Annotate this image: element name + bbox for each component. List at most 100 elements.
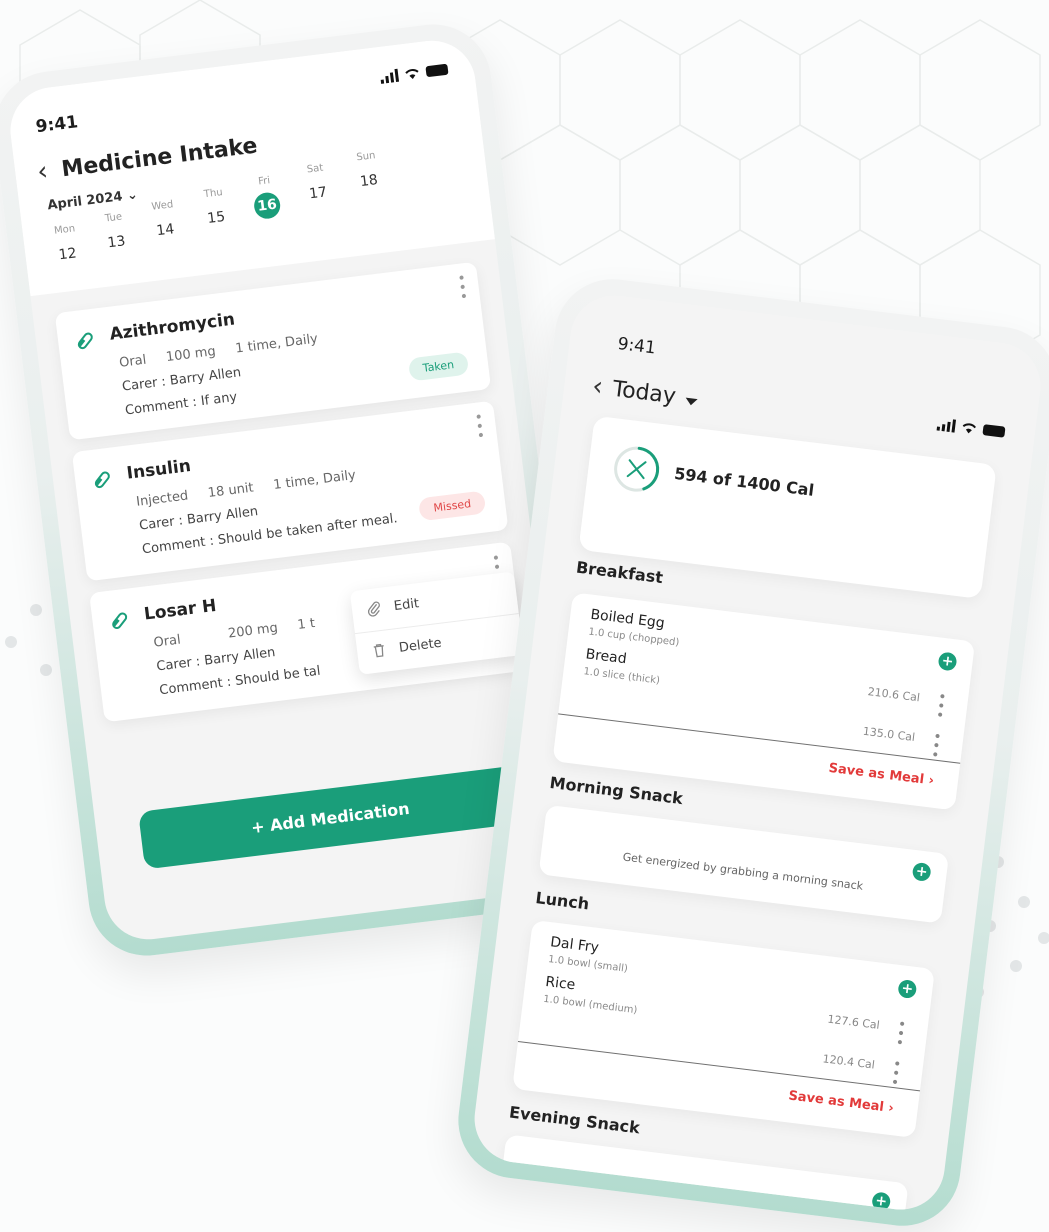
status-badge: Taken bbox=[407, 351, 470, 382]
day-thu[interactable]: Thu 15 bbox=[193, 186, 238, 234]
status-badge: Missed bbox=[418, 490, 487, 522]
comment-text: Comment : If any bbox=[124, 389, 238, 419]
day-date: 15 bbox=[206, 208, 227, 227]
paperclip-icon bbox=[367, 601, 380, 617]
more-options-icon[interactable]: ••• bbox=[452, 273, 471, 303]
trash-icon bbox=[373, 643, 384, 658]
fork-knife-icon bbox=[626, 459, 647, 480]
route: Oral bbox=[152, 632, 182, 651]
frequency: 1 t bbox=[296, 616, 316, 634]
dose: 200 mg bbox=[227, 620, 279, 642]
signal-icon bbox=[380, 68, 400, 84]
more-options-icon[interactable]: ••• bbox=[926, 731, 945, 761]
empty-message: Get energized by grabbing a morning snac… bbox=[621, 850, 864, 893]
save-as-meal-button[interactable]: Save as Meal › bbox=[828, 761, 935, 789]
menu-divider bbox=[354, 613, 519, 635]
battery-icon bbox=[425, 63, 449, 78]
frequency: 1 time, Daily bbox=[272, 467, 357, 493]
day-sat[interactable]: Sat 17 bbox=[295, 161, 340, 209]
save-as-meal-button[interactable]: Save as Meal › bbox=[788, 1088, 895, 1116]
more-options-icon[interactable]: ••• bbox=[890, 1019, 909, 1049]
day-date: 18 bbox=[359, 172, 379, 191]
more-options-icon[interactable]: ••• bbox=[930, 691, 949, 721]
carer-text: Carer : Barry Allen bbox=[121, 365, 242, 395]
carer-text: Carer : Barry Allen bbox=[155, 645, 277, 675]
breakfast-card: Boiled Egg 1.0 cup (chopped) + Bread 1.0… bbox=[552, 592, 976, 811]
food-quantity: 1.0 bowl (medium) bbox=[542, 993, 638, 1017]
chevron-down-icon: ⌄ bbox=[126, 187, 139, 204]
more-options-icon[interactable]: ••• bbox=[469, 412, 488, 442]
morning-snack-card: + Get energized by grabbing a morning sn… bbox=[538, 804, 950, 924]
food-name: Bread bbox=[584, 646, 628, 668]
add-medication-button[interactable]: + Add Medication bbox=[138, 765, 523, 870]
signal-icon bbox=[936, 418, 957, 433]
more-options-icon[interactable]: ••• bbox=[885, 1058, 904, 1088]
calorie-progress-ring bbox=[614, 446, 660, 492]
pill-icon bbox=[77, 332, 93, 350]
calorie-text: 594 of 1400 Cal bbox=[673, 463, 816, 500]
day-wed[interactable]: Wed 14 bbox=[142, 198, 187, 246]
route: Oral bbox=[118, 352, 148, 371]
day-name: Mon bbox=[53, 223, 76, 237]
medication-name: Azithromycin bbox=[108, 309, 237, 345]
chevron-right-icon: › bbox=[887, 1100, 895, 1117]
chevron-right-icon: › bbox=[927, 773, 935, 789]
food-calories: 120.4 Cal bbox=[821, 1052, 876, 1072]
day-name: Wed bbox=[150, 199, 174, 213]
add-food-icon[interactable]: + bbox=[937, 651, 958, 672]
medication-meta: Oral 200 mg 1 t bbox=[153, 616, 316, 651]
breakfast-title: Breakfast bbox=[575, 557, 665, 588]
pill-icon bbox=[94, 471, 110, 489]
frequency: 1 time, Daily bbox=[234, 331, 319, 357]
day-date: 12 bbox=[57, 245, 78, 264]
food-calories: 135.0 Cal bbox=[862, 724, 916, 745]
food-name: Dal Fry bbox=[549, 934, 600, 957]
day-fri-selected[interactable]: Fri 16 bbox=[244, 173, 289, 221]
status-icons bbox=[936, 418, 1006, 439]
add-food-icon[interactable]: + bbox=[897, 978, 918, 1000]
medication-name: Insulin bbox=[125, 455, 192, 484]
evening-snack-title: Evening Snack bbox=[508, 1102, 641, 1138]
day-date: 16 bbox=[252, 191, 282, 221]
add-food-icon[interactable]: + bbox=[911, 861, 932, 882]
caret-down-icon bbox=[684, 397, 698, 406]
food-quantity: 1.0 bowl (small) bbox=[547, 954, 629, 975]
dose: 100 mg bbox=[165, 344, 217, 366]
morning-snack-title: Morning Snack bbox=[548, 772, 684, 809]
save-label: Save as Meal bbox=[787, 1088, 885, 1115]
day-date: 13 bbox=[106, 233, 127, 252]
day-date: 17 bbox=[308, 184, 328, 203]
day-mon[interactable]: Mon 12 bbox=[44, 222, 89, 270]
food-name: Rice bbox=[544, 973, 577, 994]
edit-menu-item[interactable]: Edit bbox=[365, 595, 420, 617]
edit-label: Edit bbox=[393, 595, 420, 614]
delete-label: Delete bbox=[398, 635, 443, 656]
day-sun[interactable]: Sun 18 bbox=[345, 149, 390, 197]
pill-icon bbox=[112, 612, 128, 630]
dose: 18 unit bbox=[207, 480, 255, 501]
save-label: Save as Meal bbox=[827, 760, 925, 788]
context-menu: Edit Delete bbox=[349, 571, 524, 675]
add-food-icon[interactable]: + bbox=[871, 1191, 892, 1212]
wifi-icon bbox=[405, 68, 419, 79]
food-calories: 127.6 Cal bbox=[826, 1012, 881, 1032]
lunch-title: Lunch bbox=[534, 888, 591, 914]
day-dropdown[interactable]: ‹ Today bbox=[591, 371, 699, 412]
back-chevron-icon[interactable]: ‹ bbox=[36, 156, 50, 187]
medicine-screen: 9:41 ‹ Medicine Intake April 2024 ⌄ Mon 1… bbox=[5, 35, 575, 945]
route: Injected bbox=[135, 488, 190, 510]
day-tue[interactable]: Tue 13 bbox=[93, 210, 138, 258]
day-name: Thu bbox=[203, 187, 224, 201]
wifi-icon bbox=[962, 422, 977, 433]
day-name: Fri bbox=[257, 175, 271, 188]
delete-menu-item[interactable]: Delete bbox=[370, 635, 442, 659]
medication-name: Losar H bbox=[142, 595, 218, 625]
carer-text: Carer : Barry Allen bbox=[138, 504, 259, 534]
day-name: Tue bbox=[104, 211, 123, 225]
day-title: Today bbox=[611, 376, 678, 409]
battery-icon bbox=[982, 424, 1006, 438]
status-time: 9:41 bbox=[616, 333, 657, 359]
back-chevron-icon[interactable]: ‹ bbox=[591, 371, 605, 402]
food-quantity: 1.0 slice (thick) bbox=[582, 666, 661, 687]
day-date: 14 bbox=[155, 221, 176, 240]
